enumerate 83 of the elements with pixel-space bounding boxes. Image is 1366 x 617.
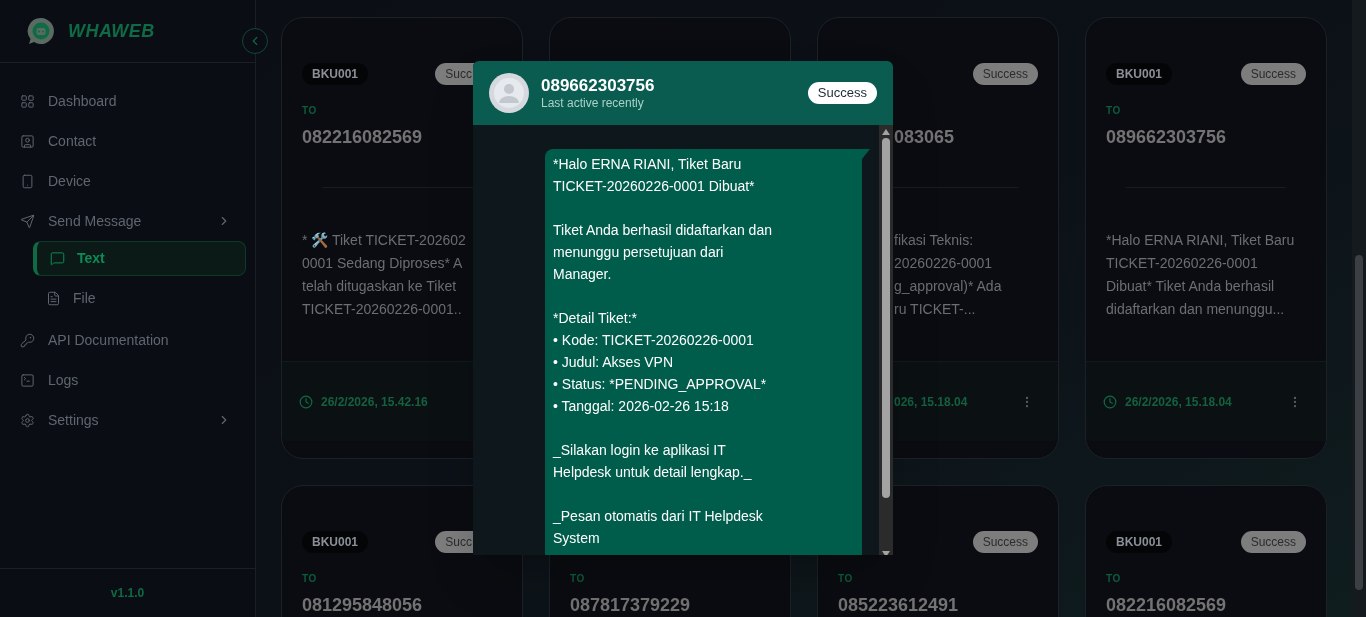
message-line: • Kode: TICKET-20260226-0001 <box>553 331 755 350</box>
contact-number: 089662303756 <box>541 76 655 96</box>
message-preview-line: didaftarkan dan menunggu... <box>1106 300 1286 319</box>
recipient-number: 082216082569 <box>302 126 424 149</box>
message-preview-line: fikasi Teknis: <box>894 231 975 250</box>
nav-subitem[interactable]: Text <box>33 241 246 276</box>
recipient-number: 082216082569 <box>1106 594 1228 617</box>
message-preview-line: telah ditugaskan ke Tiket <box>302 277 458 296</box>
version-label: v1.1.0 <box>110 585 145 602</box>
message-preview-line: TICKET-20260226-0001.. <box>302 300 463 319</box>
message-line: System <box>553 529 601 548</box>
app-logo-text: WHAWEB <box>68 19 155 43</box>
recipient-number: 089662303756 <box>1106 126 1228 149</box>
page-scrollbar[interactable] <box>1352 0 1366 617</box>
nav-item[interactable]: Device <box>0 161 255 201</box>
nav-item[interactable]: Send Message <box>0 201 255 241</box>
nav-subitem[interactable]: File <box>33 281 246 316</box>
device-tag: BKU001 <box>1106 63 1173 85</box>
key-icon <box>20 332 35 348</box>
timestamp: 26/2/2026, 15.42.16 <box>321 393 428 411</box>
status-badge: Success <box>807 82 877 104</box>
clock-icon <box>299 394 313 409</box>
timestamp: 26/2/2026, 15.18.04 <box>1125 393 1232 411</box>
terminal-icon <box>20 372 35 388</box>
message-line: • Tanggal: 2026-02-26 15:18 <box>553 397 730 416</box>
recipient-label: TO <box>302 105 318 117</box>
message-line: _Pesan otomatis dari IT Helpdesk <box>553 507 764 526</box>
message-preview-line: * 🛠 Tiket TICKET-202602 <box>302 231 467 250</box>
message-preview-line: 20260226-0001 <box>894 254 994 273</box>
scrollbar-thumb[interactable] <box>882 138 890 498</box>
scrollbar[interactable] <box>879 125 893 555</box>
recipient-number: 083065 <box>894 126 956 149</box>
message-line: *Halo ERNA RIANI, Tiket Baru <box>553 155 743 174</box>
scrollbar-thumb[interactable] <box>1355 255 1363 590</box>
recipient-number: 087817379229 <box>570 594 692 617</box>
message-line: • Judul: Akses VPN <box>553 353 675 372</box>
recipient-number: 085223612491 <box>838 594 960 617</box>
device-tag: BKU001 <box>302 63 369 85</box>
message-line: Helpdesk untuk detail lengkap._ <box>553 463 753 482</box>
contact-icon <box>20 133 35 149</box>
avatar-icon <box>489 73 529 113</box>
clock-icon <box>1103 394 1117 409</box>
device-tag: BKU001 <box>302 531 369 553</box>
send-icon <box>20 213 35 229</box>
message-preview-line: 0001 Sedang Diproses* A <box>302 254 464 273</box>
device-tag: BKU001 <box>1106 531 1173 553</box>
message-preview-line: *Halo ERNA RIANI, Tiket Baru <box>1106 231 1296 250</box>
message-preview-line: ru TICKET-... <box>894 300 977 319</box>
grid-icon <box>20 93 35 109</box>
recipient-label: TO <box>1106 573 1122 585</box>
nav-item[interactable]: Contact <box>0 121 255 161</box>
timestamp: 026, 15.18.04 <box>894 393 968 411</box>
recipient-number: 081295848056 <box>302 594 424 617</box>
nav-item[interactable]: API Documentation <box>0 320 255 360</box>
logo-icon <box>26 16 56 46</box>
message-line: _Silakan login ke aplikasi IT <box>553 441 727 460</box>
message-line: menunggu persetujuan dari <box>553 243 725 262</box>
status-badge: Success <box>1240 63 1306 85</box>
collapse-button[interactable] <box>242 28 268 54</box>
chat-icon <box>50 251 65 266</box>
status-badge: Success <box>972 63 1038 85</box>
status-badge: Success <box>972 531 1038 553</box>
status-badge: Success <box>1240 531 1306 553</box>
message-preview-line: g_approval)* Ada <box>894 277 1003 296</box>
nav-item[interactable]: Settings <box>0 400 255 440</box>
recipient-label: TO <box>1106 105 1122 117</box>
scroll-up-icon[interactable] <box>882 129 890 135</box>
message-line: *Detail Tiket:* <box>553 309 639 328</box>
nav-item[interactable]: Dashboard <box>0 81 255 121</box>
message-preview-line: TICKET-20260226-0001 <box>1106 254 1259 273</box>
settings-icon <box>20 412 35 428</box>
file-icon <box>46 291 61 306</box>
recipient-label: TO <box>570 573 586 585</box>
phone-icon <box>20 173 35 189</box>
message-preview-line: Dibuat* Tiket Anda berhasil <box>1106 277 1276 296</box>
message-line: • Status: *PENDING_APPROVAL* <box>553 375 768 394</box>
nav-item[interactable]: Logs <box>0 360 255 400</box>
recipient-label: TO <box>302 573 318 585</box>
recipient-label: TO <box>838 573 854 585</box>
message-line: TICKET-20260226-0001 Dibuat* <box>553 177 756 196</box>
message-line: Manager. <box>553 265 613 284</box>
message-line: Tiket Anda berhasil didaftarkan dan <box>553 221 773 240</box>
contact-status-text: Last active recently <box>541 96 645 110</box>
